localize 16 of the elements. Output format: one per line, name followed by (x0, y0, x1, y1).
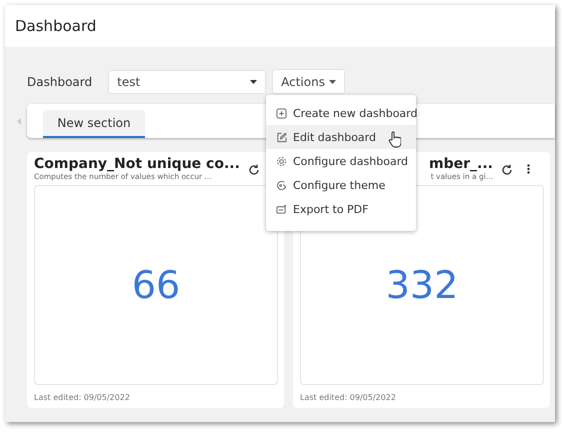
metric-value: 332 (386, 263, 458, 307)
dashboard-label: Dashboard (27, 74, 92, 88)
last-edited-text: Last edited: 09/05/2022 (34, 393, 131, 402)
menu-item[interactable]: Export to PDF (266, 197, 416, 221)
menu-item[interactable]: Create new dashboard (266, 101, 416, 125)
card-title: Company_Not unique co... (34, 156, 240, 172)
last-edited-text: Last edited: 09/05/2022 (300, 393, 397, 402)
window-title: Dashboard (15, 17, 96, 35)
dashboard-select[interactable]: test (108, 70, 266, 94)
actions-button[interactable]: Actions (272, 69, 345, 94)
menu-item[interactable]: Edit dashboard (266, 125, 416, 149)
menu-item[interactable]: Configure dashboard (266, 149, 416, 173)
section-tab[interactable]: New section (43, 110, 145, 138)
menu-item[interactable]: Configure theme (266, 173, 416, 197)
card-title: mber_... (429, 156, 493, 172)
metric-value: 66 (132, 263, 180, 307)
